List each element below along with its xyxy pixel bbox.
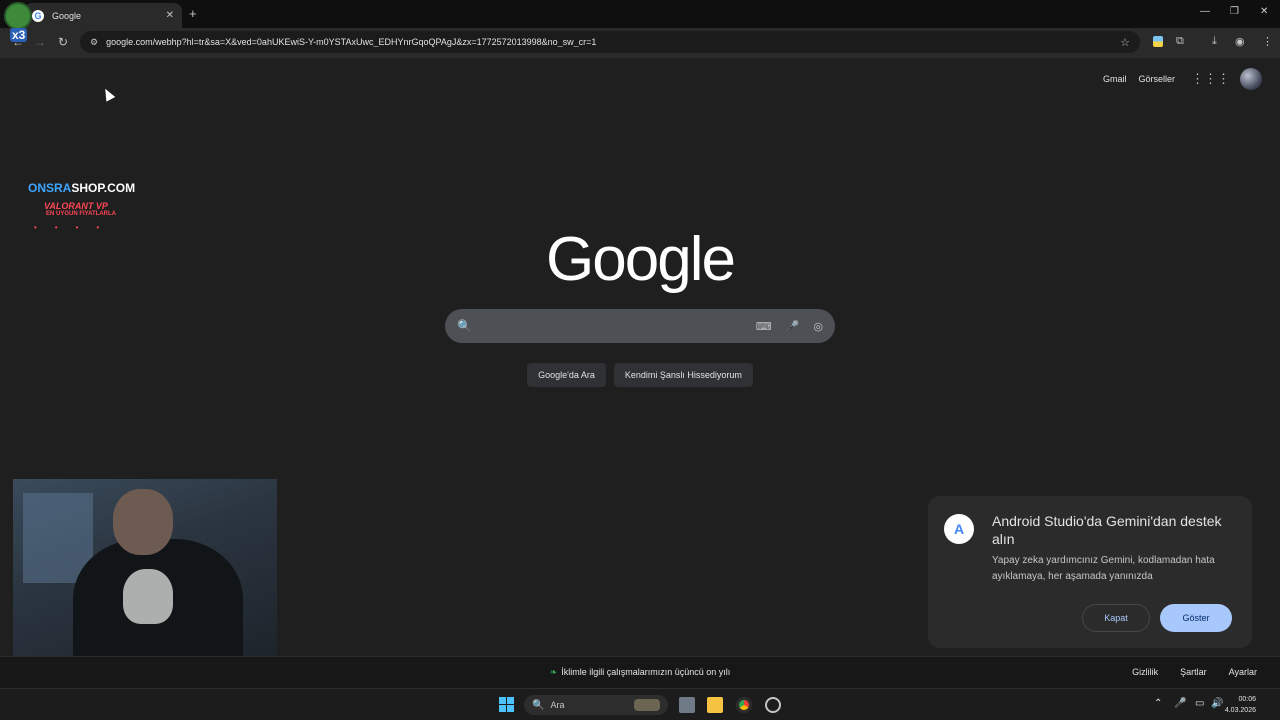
- tab-title: Google: [52, 10, 82, 21]
- leaf-icon: ❧: [549, 667, 558, 677]
- webcam-feed: [13, 479, 277, 673]
- sticky-notes-extension-icon[interactable]: [1153, 36, 1163, 47]
- mouse-cursor-icon: [100, 86, 116, 102]
- tab-google[interactable]: G Google ✕: [24, 3, 182, 28]
- pepe-avatar-icon: [4, 2, 32, 30]
- clock-date: 4.03.2026: [1224, 707, 1256, 714]
- terms-link[interactable]: Şartlar: [1180, 667, 1207, 677]
- taskbar-search-icon: 🔍: [532, 699, 545, 711]
- forward-button[interactable]: →: [34, 35, 46, 49]
- shop-name: ONSRASHOP.COM: [28, 181, 136, 195]
- address-bar[interactable]: ⚙ google.com/webhp?hl=tr&sa=X&ved=0ahUKE…: [80, 31, 1140, 53]
- file-explorer-icon[interactable]: [707, 697, 723, 713]
- search-box[interactable]: 🔍 ⌨ 🎤 ◎: [445, 309, 835, 343]
- search-highlight-art-icon: [634, 699, 660, 711]
- profile-icon[interactable]: ◉: [1235, 35, 1245, 48]
- tab-close-icon[interactable]: ✕: [166, 10, 174, 21]
- extensions-icon[interactable]: ⧉: [1176, 35, 1184, 48]
- pepe-badge: x3: [10, 28, 28, 42]
- feeling-lucky-button[interactable]: Kendimi Şanslı Hissediyorum: [613, 363, 753, 387]
- google-logo: Google: [546, 225, 736, 294]
- shop-line-2: EN UYGUN FİYATLARLA: [46, 211, 117, 217]
- reload-button[interactable]: ↻: [58, 35, 68, 49]
- minimize-button[interactable]: —: [1200, 6, 1210, 17]
- tray-display-icon[interactable]: ▭: [1195, 698, 1204, 709]
- task-view-icon[interactable]: [679, 697, 695, 713]
- windows-start-icon[interactable]: [499, 697, 514, 712]
- popup-buttons: Kapat Göster: [1082, 604, 1232, 632]
- android-studio-icon: A: [944, 514, 974, 544]
- chrome-taskbar-icon[interactable]: [736, 697, 752, 713]
- bookmark-star-icon[interactable]: ☆: [1120, 36, 1130, 49]
- settings-link[interactable]: Ayarlar: [1229, 667, 1257, 677]
- screen: G Google ✕ + — ❐ ✕ ← → ↻ ⚙ google.com/we…: [0, 0, 1280, 720]
- taskbar-search[interactable]: 🔍 Ara: [524, 695, 668, 715]
- keyboard-icon[interactable]: ⌨: [756, 320, 772, 333]
- gmail-link[interactable]: Gmail: [1103, 74, 1127, 84]
- footer-right-links: Gizlilik Şartlar Ayarlar: [1110, 667, 1257, 677]
- footer-climate-link[interactable]: ❧ İklimle ilgili çalışmalarımızın üçüncü …: [0, 667, 1280, 678]
- google-search-button[interactable]: Google'da Ara: [527, 363, 606, 387]
- site-info-icon[interactable]: ⚙: [90, 37, 98, 48]
- images-link[interactable]: Görseller: [1138, 74, 1175, 84]
- account-avatar[interactable]: [1240, 68, 1262, 90]
- windows-taskbar: 🔍 Ara ⌃ 🎤 ▭ 🔊 00:06 4.03.2026: [0, 688, 1280, 720]
- search-icon: 🔍: [457, 319, 472, 333]
- address-url[interactable]: google.com/webhp?hl=tr&sa=X&ved=0ahUKEwi…: [106, 37, 1120, 47]
- skull-print-icon: [123, 569, 173, 624]
- clock-time: 00:06: [1238, 696, 1256, 703]
- browser-toolbar: ← → ↻ ⚙ google.com/webhp?hl=tr&sa=X&ved=…: [0, 28, 1280, 58]
- new-tab-button[interactable]: +: [189, 6, 197, 21]
- webcam-person-head: [113, 489, 173, 555]
- download-icon[interactable]: ⤓: [1212, 35, 1217, 48]
- tray-overflow-icon[interactable]: ⌃: [1154, 698, 1162, 709]
- google-footer: ❧ İklimle ilgili çalışmalarımızın üçüncü …: [0, 656, 1280, 688]
- gemini-promo-popup: A Android Studio'da Gemini'dan destek al…: [928, 496, 1252, 648]
- tray-volume-icon[interactable]: 🔊: [1211, 698, 1223, 709]
- tab-strip: G Google ✕ + — ❐ ✕: [0, 0, 1280, 28]
- privacy-link[interactable]: Gizlilik: [1132, 667, 1158, 677]
- popup-close-button[interactable]: Kapat: [1082, 604, 1150, 632]
- shop-line-1: VALORANT VP: [44, 201, 108, 211]
- search-input[interactable]: [479, 319, 742, 333]
- mic-icon[interactable]: 🎤: [786, 320, 800, 333]
- popup-title: Android Studio'da Gemini'dan destek alın: [992, 513, 1222, 547]
- taskbar-clock[interactable]: 00:06 4.03.2026: [1225, 694, 1256, 716]
- app-taskbar-icon[interactable]: [765, 697, 781, 713]
- restore-button[interactable]: ❐: [1230, 6, 1239, 17]
- popup-body: Yapay zeka yardımcınız Gemini, kodlamada…: [992, 555, 1215, 582]
- tray-mic-icon[interactable]: 🎤: [1174, 698, 1186, 709]
- browser-menu-icon[interactable]: ⋮: [1262, 35, 1273, 48]
- popup-show-button[interactable]: Göster: [1160, 604, 1232, 632]
- google-favicon-icon: G: [32, 9, 44, 22]
- window-close-button[interactable]: ✕: [1260, 6, 1268, 17]
- google-header: Gmail Görseller ⋮⋮⋮: [1091, 68, 1262, 90]
- lens-icon[interactable]: ◎: [813, 320, 823, 333]
- search-buttons: Google'da Ara Kendimi Şanslı Hissediyoru…: [0, 363, 1280, 387]
- taskbar-search-label: Ara: [550, 700, 565, 710]
- google-apps-icon[interactable]: ⋮⋮⋮: [1191, 71, 1230, 87]
